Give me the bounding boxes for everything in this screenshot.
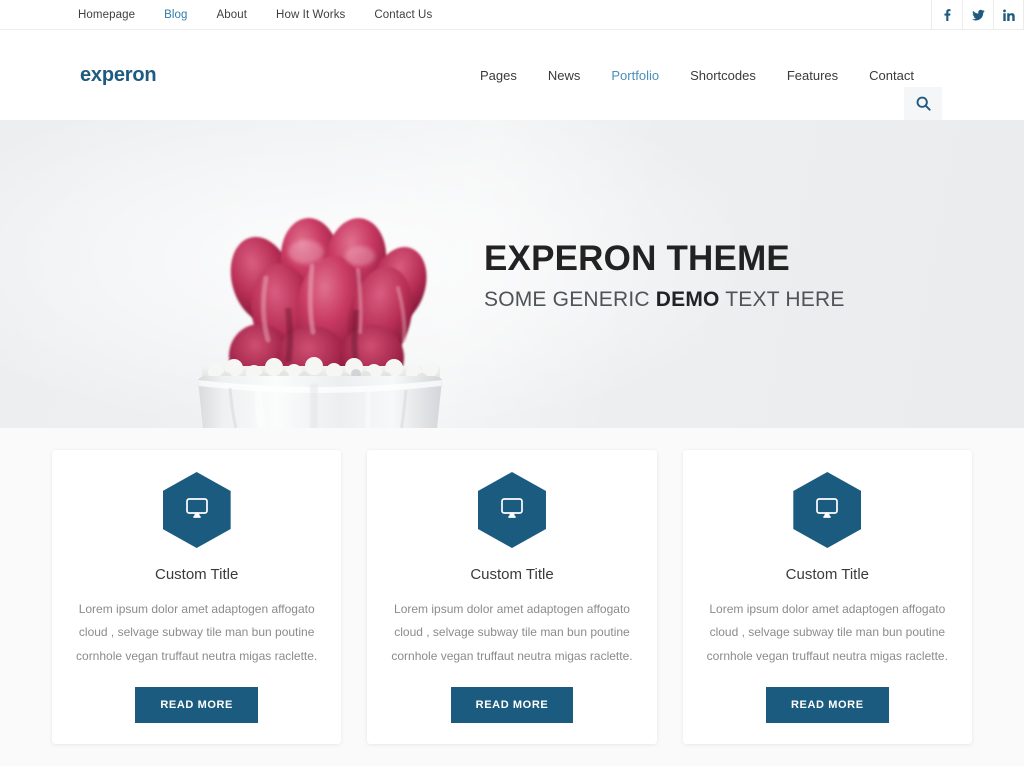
monitor-icon xyxy=(499,496,525,525)
feature-card-title: Custom Title xyxy=(785,566,869,583)
monitor-icon xyxy=(184,496,210,525)
feature-card: Custom Title Lorem ipsum dolor amet adap… xyxy=(682,450,972,744)
feature-card-title: Custom Title xyxy=(470,566,554,583)
nav-item-shortcodes[interactable]: Shortcodes xyxy=(690,68,756,83)
top-bar: Homepage Blog About How It Works Contact… xyxy=(0,0,1024,30)
topbar-item-how-it-works[interactable]: How It Works xyxy=(276,9,345,21)
feature-card-text: Lorem ipsum dolor amet adaptogen affogat… xyxy=(76,602,318,663)
feature-card-title: Custom Title xyxy=(154,566,239,583)
monitor-icon xyxy=(814,496,840,525)
hero-text-block: EXPERON THEME SOME GENERIC DEMO TEXT HER… xyxy=(484,239,845,312)
facebook-icon[interactable] xyxy=(931,0,962,29)
read-more-button[interactable]: READ MORE xyxy=(766,687,889,724)
main-navigation: Pages News Portfolio Shortcodes Features… xyxy=(480,68,914,83)
read-more-button[interactable]: READ MORE xyxy=(135,687,258,724)
hero-image-cactus xyxy=(160,208,480,428)
feature-cards-row: Custom Title Lorem ipsum dolor amet adap… xyxy=(52,450,972,744)
hero-subtitle-bold: DEMO xyxy=(655,287,720,311)
hero-banner: EXPERON THEME SOME GENERIC DEMO TEXT HER… xyxy=(0,120,1024,428)
hero-title: EXPERON THEME xyxy=(484,239,790,278)
topbar-item-about[interactable]: About xyxy=(216,9,247,21)
feature-card-text: Lorem ipsum dolor amet adaptogen affogat… xyxy=(706,602,948,663)
social-links xyxy=(931,0,1024,29)
search-icon xyxy=(916,96,931,116)
hero-subtitle-pre: SOME GENERIC xyxy=(484,287,656,311)
nav-item-features[interactable]: Features xyxy=(787,68,838,83)
feature-icon-hexagon xyxy=(162,472,231,548)
hero-subtitle-post: TEXT HERE xyxy=(719,287,845,311)
linkedin-icon[interactable] xyxy=(993,0,1024,29)
topbar-item-contact-us[interactable]: Contact Us xyxy=(374,9,432,21)
top-bar-menu: Homepage Blog About How It Works Contact… xyxy=(0,0,432,29)
topbar-item-blog[interactable]: Blog xyxy=(164,9,187,21)
nav-item-pages[interactable]: Pages xyxy=(480,68,517,83)
nav-item-contact[interactable]: Contact xyxy=(869,68,914,83)
topbar-item-homepage[interactable]: Homepage xyxy=(78,9,135,21)
feature-icon-hexagon xyxy=(793,472,862,548)
hero-subtitle: SOME GENERIC DEMO TEXT HERE xyxy=(484,288,845,312)
feature-card-text: Lorem ipsum dolor amet adaptogen affogat… xyxy=(391,602,633,663)
nav-item-news[interactable]: News xyxy=(548,68,581,83)
twitter-icon[interactable] xyxy=(962,0,993,29)
feature-icon-hexagon xyxy=(477,472,546,548)
site-header: experon Pages News Portfolio Shortcodes … xyxy=(0,30,1024,125)
feature-cards-section: Custom Title Lorem ipsum dolor amet adap… xyxy=(0,428,1024,766)
feature-card: Custom Title Lorem ipsum dolor amet adap… xyxy=(367,450,657,744)
feature-card: Custom Title Lorem ipsum dolor amet adap… xyxy=(52,450,342,744)
site-logo[interactable]: experon xyxy=(80,64,157,87)
nav-item-portfolio[interactable]: Portfolio xyxy=(611,68,659,83)
read-more-button[interactable]: READ MORE xyxy=(450,687,574,724)
